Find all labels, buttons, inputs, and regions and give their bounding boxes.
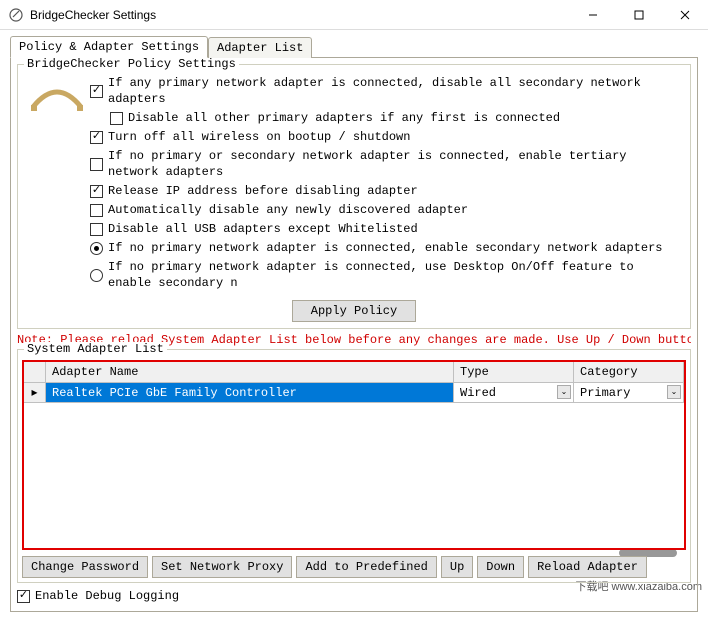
set-network-proxy-button[interactable]: Set Network Proxy <box>152 556 292 578</box>
tab-policy-adapter-settings[interactable]: Policy & Adapter Settings <box>10 36 208 58</box>
policy-settings-legend: BridgeChecker Policy Settings <box>24 57 239 71</box>
cell-type-dropdown[interactable]: Wired ⌄ <box>454 383 574 403</box>
checkbox-disable-secondary[interactable] <box>90 85 103 98</box>
up-button[interactable]: Up <box>441 556 473 578</box>
checkbox-disable-other-primary[interactable] <box>110 112 123 125</box>
row-indicator-icon: ▸ <box>24 383 46 403</box>
table-row[interactable]: ▸ Realtek PCIe GbE Family Controller Wir… <box>24 383 684 403</box>
close-button[interactable] <box>662 0 708 30</box>
column-header-category[interactable]: Category <box>574 362 684 382</box>
cell-category-dropdown[interactable]: Primary ⌄ <box>574 383 684 403</box>
radio-enable-secondary[interactable] <box>90 242 103 255</box>
column-header-type[interactable]: Type <box>454 362 574 382</box>
chevron-down-icon[interactable]: ⌄ <box>557 385 571 399</box>
maximize-button[interactable] <box>616 0 662 30</box>
cell-adapter-name[interactable]: Realtek PCIe GbE Family Controller <box>46 383 454 403</box>
bridge-icon <box>24 75 90 113</box>
minimize-button[interactable] <box>570 0 616 30</box>
down-button[interactable]: Down <box>477 556 524 578</box>
debug-logging-label: Enable Debug Logging <box>35 589 179 603</box>
radio-desktop-onoff[interactable] <box>90 269 103 282</box>
chevron-down-icon[interactable]: ⌄ <box>667 385 681 399</box>
change-password-button[interactable]: Change Password <box>22 556 148 578</box>
checkbox-auto-disable-new[interactable] <box>90 204 103 217</box>
adapter-grid[interactable]: Adapter Name Type Category ▸ Realtek PCI… <box>22 360 686 550</box>
app-icon <box>8 7 24 23</box>
policy-settings-group: BridgeChecker Policy Settings If any pri… <box>17 64 691 329</box>
checkbox-disable-usb[interactable] <box>90 223 103 236</box>
reload-adapter-button[interactable]: Reload Adapter <box>528 556 647 578</box>
tab-adapter-list[interactable]: Adapter List <box>208 37 312 58</box>
adapter-list-legend: System Adapter List <box>24 342 167 356</box>
checkbox-release-ip[interactable] <box>90 185 103 198</box>
add-to-predefined-button[interactable]: Add to Predefined <box>296 556 436 578</box>
column-header-name[interactable]: Adapter Name <box>46 362 454 382</box>
apply-policy-button[interactable]: Apply Policy <box>292 300 416 322</box>
grid-corner <box>24 362 46 382</box>
checkbox-enable-tertiary[interactable] <box>90 158 103 171</box>
window-title: BridgeChecker Settings <box>30 8 570 22</box>
checkbox-enable-debug-logging[interactable] <box>17 590 30 603</box>
checkbox-turnoff-wireless[interactable] <box>90 131 103 144</box>
adapter-list-group: System Adapter List Adapter Name Type Ca… <box>17 349 691 583</box>
